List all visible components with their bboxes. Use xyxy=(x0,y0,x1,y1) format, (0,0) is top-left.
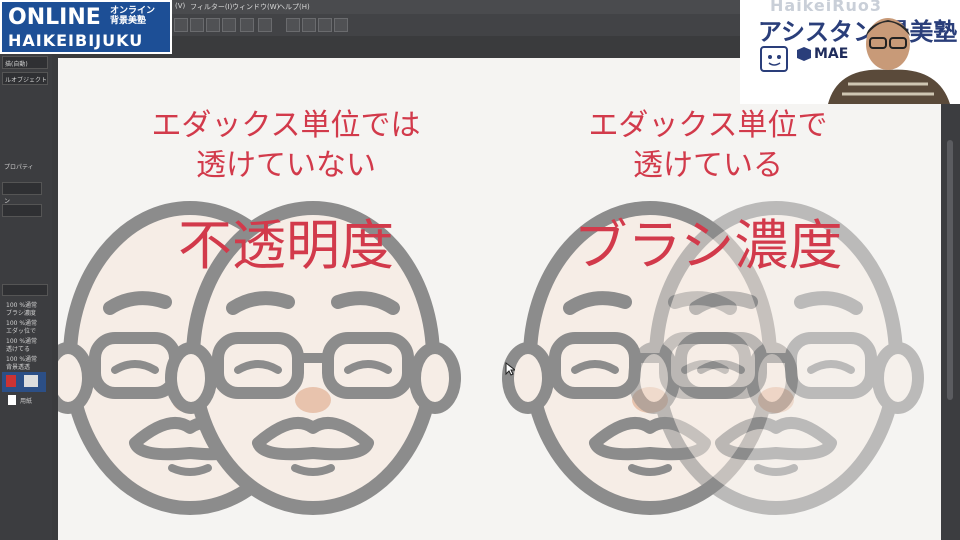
dropdown-reference[interactable]: 描(自動) xyxy=(2,56,48,69)
left-heading-line2: 透けていない xyxy=(196,148,376,183)
toolbar-button[interactable] xyxy=(206,18,220,32)
layer-name: エダッ位で xyxy=(6,328,37,335)
layer-item-selected[interactable] xyxy=(2,372,46,392)
mouse-cursor-icon xyxy=(505,362,515,376)
left-panel: 描(自動) ルオブジェクト プロパティ ン 100 %通常 ブラシ濃度 100 … xyxy=(0,36,52,540)
right-big-label: ブラシ濃度 xyxy=(573,214,843,277)
presenter-webcam xyxy=(828,18,950,104)
right-heading-line2: 透けている xyxy=(633,148,783,183)
drawing-canvas[interactable]: エダックス単位では 透けていない 不透明度 エダックス単位で 透けている ブラシ… xyxy=(58,58,941,540)
layer-tools[interactable] xyxy=(2,284,48,296)
brand-overlay: HaikeiRuo3 アシスタン 景美塾 MAE xyxy=(740,0,960,104)
toolbar-button[interactable] xyxy=(174,18,188,32)
toolbar-button[interactable] xyxy=(222,18,236,32)
layer-name: ブラシ濃度 xyxy=(6,310,36,317)
scrollbar-thumb[interactable] xyxy=(947,140,953,400)
toolbar-button[interactable] xyxy=(318,18,332,32)
logo-online: ONLINE xyxy=(8,5,101,30)
layer-item[interactable]: 100 %通常 透けてる xyxy=(2,336,46,354)
vertical-scrollbar[interactable] xyxy=(941,100,960,540)
toolbar-button[interactable] xyxy=(286,18,300,32)
dropdown-label: ルオブジェクト xyxy=(5,77,48,84)
paper-thumbnail xyxy=(8,395,16,405)
dropdown-label: 描(自動) xyxy=(5,61,28,68)
left-big-label: 不透明度 xyxy=(178,214,394,277)
menu-help[interactable]: ヘルプ(H) xyxy=(278,2,310,12)
layer-item[interactable]: 100 %通常 ブラシ濃度 xyxy=(2,300,46,318)
layer-item[interactable]: 用紙 xyxy=(2,392,46,408)
logo-jp: オンライン 背景美塾 xyxy=(110,6,155,26)
cube-icon xyxy=(797,47,811,61)
toolbar-button[interactable] xyxy=(190,18,204,32)
mascot-icon xyxy=(760,46,788,72)
section-property-label: プロパティ xyxy=(4,164,34,171)
toolbar-button[interactable] xyxy=(240,18,254,32)
menu-window[interactable]: ウィンドウ(W) xyxy=(232,2,279,12)
logo-jp-line1: オンライン xyxy=(110,6,156,16)
logo-haikeibijuku: HAIKEIBIJUKU xyxy=(8,31,144,50)
toolbar-button[interactable] xyxy=(258,18,272,32)
dropdown-object[interactable]: ルオブジェクト xyxy=(2,72,48,85)
toolbar-button[interactable] xyxy=(302,18,316,32)
layer-thumbnail xyxy=(6,375,16,387)
layer-item[interactable]: 100 %通常 背景透透 xyxy=(2,354,46,372)
left-heading-line1: エダックス単位では xyxy=(151,108,421,143)
layer-name: 用紙 xyxy=(20,398,33,405)
layer-name: 背景透透 xyxy=(6,364,31,371)
layer-name: 透けてる xyxy=(6,346,31,353)
layer-item[interactable]: 100 %通常 エダッ位で xyxy=(2,318,46,336)
toolbar-button[interactable] xyxy=(334,18,348,32)
opacity-slider[interactable] xyxy=(2,204,42,217)
layer-list: 100 %通常 ブラシ濃度 100 %通常 エダッ位で 100 %通常 透けてる… xyxy=(2,300,46,408)
menu-view[interactable]: (V) xyxy=(175,2,185,10)
right-heading-line1: エダックス単位で xyxy=(588,108,828,143)
property-tool-row[interactable] xyxy=(2,182,42,195)
logo-jp-line2: 背景美塾 xyxy=(110,16,147,26)
menu-filter[interactable]: フィルター(I) xyxy=(190,2,232,12)
layer-mask-thumbnail xyxy=(24,375,38,387)
channel-logo: ONLINE オンライン 背景美塾 HAIKEIBIJUKU xyxy=(0,0,172,54)
